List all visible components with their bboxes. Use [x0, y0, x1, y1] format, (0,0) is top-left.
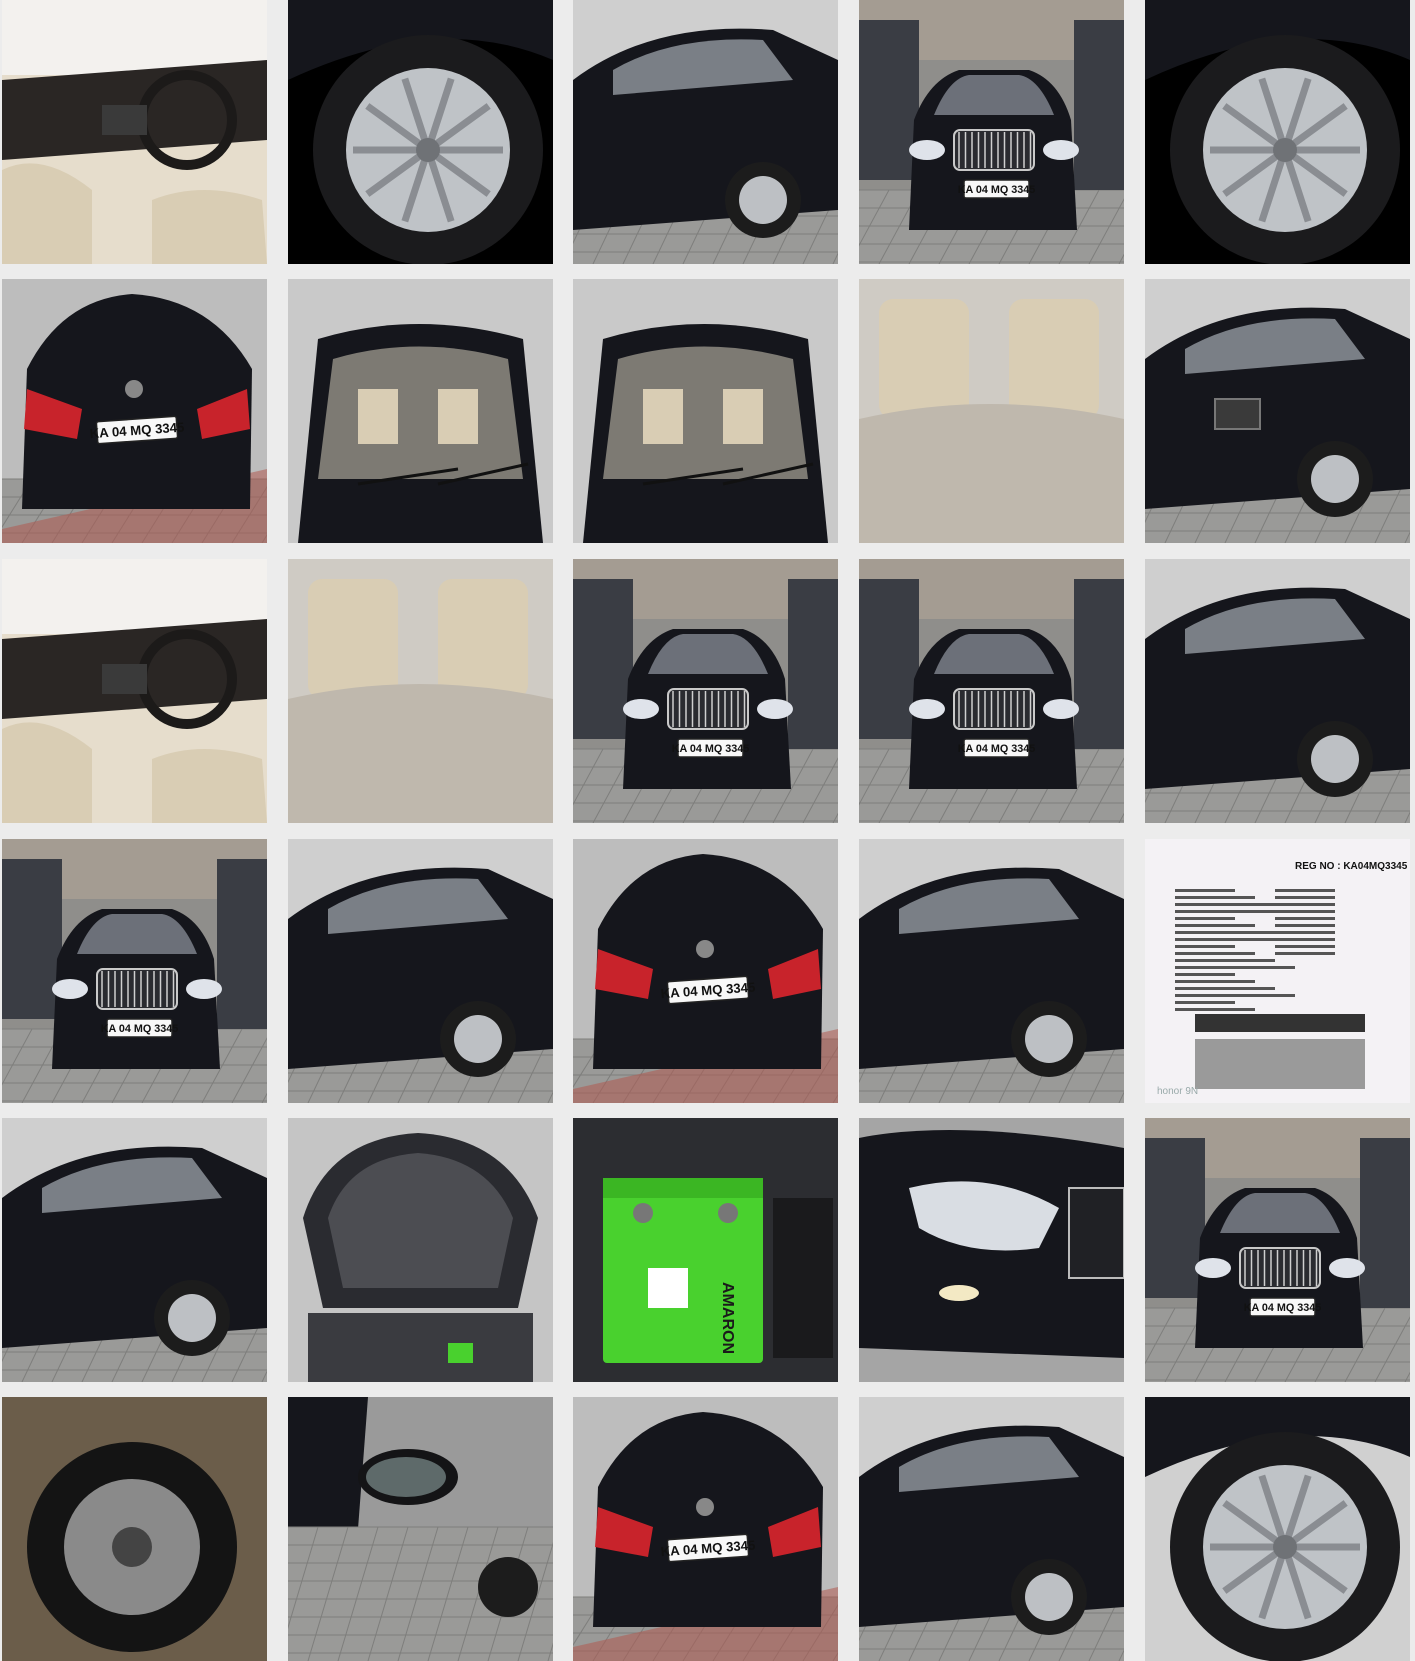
- number-plate: KA 04 MQ 3345: [101, 1018, 179, 1038]
- photo-image: [1145, 0, 1410, 264]
- plate-number-text: KA 04 MQ 3345: [101, 1023, 179, 1035]
- gallery-photo-alloy-wheel[interactable]: [1145, 0, 1410, 264]
- photo-image: [288, 1397, 553, 1661]
- battery-brand-label: AMARON: [719, 1282, 736, 1354]
- gallery-photo-rear-trunk-plate[interactable]: KA 04 MQ 3345: [573, 1397, 838, 1661]
- photo-image: [288, 559, 553, 823]
- photo-image: [2, 1397, 267, 1661]
- gallery-photo-side-mirror[interactable]: [288, 1397, 553, 1661]
- photo-image: KA 04 MQ 3345: [2, 839, 267, 1103]
- gallery-photo-front-view[interactable]: KA 04 MQ 3345: [2, 839, 267, 1103]
- photo-image: KA 04 MQ 3345: [859, 0, 1124, 264]
- gallery-photo-side-rear-quarter[interactable]: [1145, 559, 1410, 823]
- gallery-photo-rear-seat-interior[interactable]: [288, 559, 553, 823]
- photo-gallery-grid: KA 04 MQ 3345 KA 04 MQ 3345 KA 04 MQ 3345 K…: [0, 0, 1415, 1661]
- photo-image: [288, 279, 553, 543]
- photo-image: [288, 0, 553, 264]
- photo-image: KA 04 MQ 3345: [1145, 1118, 1410, 1382]
- photo-image: [2, 1118, 267, 1382]
- photo-image: [859, 839, 1124, 1103]
- photo-image: [1145, 1397, 1410, 1661]
- gallery-photo-registration-document[interactable]: REG NO : KA04MQ3345 honor 9N: [1145, 839, 1410, 1103]
- gallery-photo-side-front-quarter[interactable]: [288, 839, 553, 1103]
- photo-image: [573, 279, 838, 543]
- gallery-photo-bonnet-open[interactable]: [288, 1118, 553, 1382]
- photo-image: [1145, 279, 1410, 543]
- plate-number-text: KA 04 MQ 3345: [1244, 1302, 1322, 1314]
- gallery-photo-interior-dashboard[interactable]: [2, 0, 267, 264]
- plate-number-text: KA 04 MQ 3345: [672, 743, 750, 755]
- gallery-photo-front-view[interactable]: KA 04 MQ 3345: [859, 559, 1124, 823]
- photo-image: [288, 839, 553, 1103]
- number-plate: KA 04 MQ 3345: [958, 179, 1036, 199]
- gallery-photo-side-door-windows[interactable]: [573, 0, 838, 264]
- gallery-photo-rear-quarter[interactable]: KA 04 MQ 3345: [573, 839, 838, 1103]
- photo-image: REG NO : KA04MQ3345 honor 9N: [1145, 839, 1410, 1103]
- photo-image: KA 04 MQ 3345: [573, 1397, 838, 1661]
- plate-number-text: KA 04 MQ 3345: [958, 743, 1036, 755]
- gallery-photo-side-rear-quarter[interactable]: [859, 839, 1124, 1103]
- photo-image: [859, 1118, 1124, 1382]
- gallery-photo-tyre-closeup[interactable]: [1145, 1397, 1410, 1661]
- plate-number-text: KA 04 MQ 3345: [958, 184, 1036, 196]
- photo-image: [859, 279, 1124, 543]
- photo-image: KA 04 MQ 3345: [573, 559, 838, 823]
- photo-image: [573, 0, 838, 264]
- gallery-photo-rear-trunk-plate[interactable]: KA 04 MQ 3345: [2, 279, 267, 543]
- camera-watermark: honor 9N: [1157, 1086, 1198, 1097]
- gallery-photo-side-mirror-door[interactable]: [2, 1118, 267, 1382]
- photo-image: KA 04 MQ 3345: [573, 839, 838, 1103]
- photo-image: [859, 1397, 1124, 1661]
- gallery-photo-front-windshield[interactable]: [573, 279, 838, 543]
- gallery-photo-battery[interactable]: AMARON: [573, 1118, 838, 1382]
- gallery-photo-fuel-flap-open[interactable]: [1145, 279, 1410, 543]
- gallery-photo-rear-seats-through-glass[interactable]: [859, 279, 1124, 543]
- gallery-photo-front-view[interactable]: KA 04 MQ 3345: [1145, 1118, 1410, 1382]
- gallery-photo-front-view[interactable]: KA 04 MQ 3345: [573, 559, 838, 823]
- gallery-photo-front-grille-plate[interactable]: KA 04 MQ 3345: [859, 0, 1124, 264]
- photo-image: AMARON: [573, 1118, 838, 1382]
- gallery-photo-headlamp-closeup[interactable]: [859, 1118, 1124, 1382]
- gallery-photo-rear-windshield[interactable]: [288, 279, 553, 543]
- document-title: REG NO : KA04MQ3345: [1295, 861, 1408, 872]
- gallery-photo-rear-wheel-closeup[interactable]: [288, 0, 553, 264]
- gallery-photo-front-wheel-hood[interactable]: [859, 1397, 1124, 1661]
- number-plate: KA 04 MQ 3345: [672, 738, 750, 758]
- gallery-photo-spare-wheel[interactable]: [2, 1397, 267, 1661]
- photo-image: [288, 1118, 553, 1382]
- photo-image: [1145, 559, 1410, 823]
- photo-image: KA 04 MQ 3345: [859, 559, 1124, 823]
- photo-image: [2, 559, 267, 823]
- number-plate: KA 04 MQ 3345: [1244, 1297, 1322, 1317]
- number-plate: KA 04 MQ 3345: [958, 738, 1036, 758]
- photo-image: KA 04 MQ 3345: [2, 279, 267, 543]
- gallery-photo-interior-front-seats[interactable]: [2, 559, 267, 823]
- photo-image: [2, 0, 267, 264]
